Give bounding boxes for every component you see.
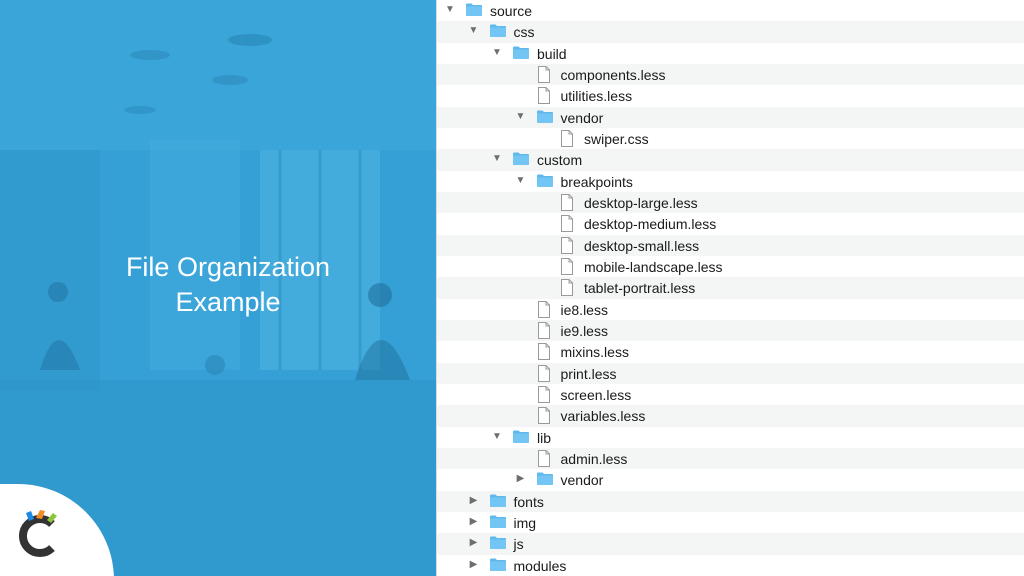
tree-item-label: source: [490, 3, 533, 19]
file-icon: [537, 321, 555, 339]
folder-icon: [512, 429, 530, 445]
tree-item-label: fonts: [513, 493, 544, 510]
file-icon: [560, 215, 578, 233]
disclosure-expanded-icon[interactable]: ▼: [469, 25, 479, 37]
disclosure-collapsed-icon[interactable]: ▶: [469, 559, 479, 571]
tree-file-row[interactable]: desktop-large.less: [437, 191, 1024, 214]
tree-item-label: js: [513, 536, 524, 553]
tree-file-row[interactable]: mixins.less: [437, 341, 1024, 362]
brand-logo: [18, 510, 57, 557]
tree-folder-row[interactable]: ▼ vendor: [437, 106, 1024, 128]
folder-icon: [489, 493, 507, 509]
tree-item-label: vendor: [560, 472, 604, 489]
disclosure-expanded-icon[interactable]: ▼: [492, 431, 502, 443]
folder-icon: [536, 173, 554, 189]
tree-item-label: print.less: [560, 365, 617, 382]
file-icon: [537, 65, 555, 83]
tree-file-row[interactable]: ie8.less: [437, 299, 1024, 320]
tree-item-label: css: [513, 24, 535, 41]
tree-file-row[interactable]: tablet-portrait.less: [437, 277, 1024, 299]
tree-item-label: desktop-medium.less: [584, 216, 717, 233]
file-icon: [560, 236, 578, 254]
folder-icon: [512, 45, 530, 61]
tree-item-label: ie9.less: [560, 322, 608, 339]
tree-item-label: components.less: [560, 66, 666, 83]
tree-file-row[interactable]: screen.less: [437, 384, 1024, 405]
slide-title-line1: File Organization: [125, 252, 331, 282]
folder-icon: [489, 535, 507, 551]
folder-icon: [536, 471, 554, 487]
tree-file-row[interactable]: ie9.less: [437, 319, 1024, 342]
tree-item-label: breakpoints: [560, 173, 633, 190]
tree-item-label: admin.less: [560, 450, 628, 467]
tree-folder-row[interactable]: ▶ img: [437, 512, 1024, 533]
file-icon: [537, 343, 555, 361]
tree-item-label: desktop-small.less: [584, 237, 700, 254]
folder-icon: [465, 2, 483, 18]
tree-item-label: img: [513, 514, 537, 531]
tree-folder-row[interactable]: ▼ lib: [437, 427, 1024, 448]
tree-folder-row[interactable]: ▶ fonts: [437, 490, 1024, 512]
disclosure-expanded-icon[interactable]: ▼: [492, 47, 502, 59]
tree-item-label: desktop-large.less: [584, 194, 698, 211]
tree-item-label: utilities.less: [560, 88, 633, 105]
file-tree: ▼ source ▼ css ▼ build components.less utilitie…: [437, 0, 1024, 576]
tree-folder-row[interactable]: ▼ css: [437, 21, 1024, 43]
tree-item-label: custom: [537, 152, 583, 169]
tree-item-label: ie8.less: [560, 301, 608, 318]
tree-item-label: variables.less: [560, 408, 646, 425]
tree-file-row[interactable]: desktop-small.less: [437, 234, 1024, 256]
folder-icon: [536, 109, 554, 125]
folder-icon: [489, 557, 507, 573]
tree-item-label: tablet-portrait.less: [584, 280, 696, 297]
file-icon: [537, 364, 555, 382]
file-icon: [560, 257, 578, 275]
tree-item-label: lib: [537, 429, 552, 446]
slide-title: File Organization Example: [90, 250, 366, 320]
tree-file-row[interactable]: utilities.less: [437, 85, 1024, 106]
disclosure-collapsed-icon[interactable]: ▶: [469, 516, 479, 528]
disclosure-collapsed-icon[interactable]: ▶: [469, 537, 479, 549]
tree-file-row[interactable]: desktop-medium.less: [437, 213, 1024, 234]
file-icon: [560, 129, 578, 147]
tree-item-label: modules: [513, 557, 567, 574]
file-icon: [537, 385, 555, 403]
tree-folder-row[interactable]: ▼ source: [437, 0, 1024, 21]
file-icon: [560, 279, 578, 297]
tree-item-label: build: [537, 45, 567, 62]
folder-icon: [489, 23, 507, 39]
disclosure-expanded-icon[interactable]: ▼: [516, 175, 526, 187]
disclosure-expanded-icon[interactable]: ▼: [516, 111, 526, 123]
tree-item-label: mobile-landscape.less: [584, 258, 723, 275]
file-icon: [537, 449, 555, 467]
folder-icon: [489, 514, 507, 530]
folder-icon: [512, 151, 530, 167]
tree-item-label: mixins.less: [560, 344, 629, 361]
tree-folder-row[interactable]: ▶ js: [437, 533, 1024, 555]
tree-file-row[interactable]: components.less: [437, 63, 1024, 86]
tree-file-row[interactable]: print.less: [437, 362, 1024, 384]
file-icon: [560, 193, 578, 211]
tree-file-row[interactable]: admin.less: [437, 447, 1024, 470]
disclosure-expanded-icon[interactable]: ▼: [492, 153, 502, 165]
disclosure-expanded-icon[interactable]: ▼: [445, 4, 455, 16]
tree-item-label: vendor: [560, 109, 604, 126]
tree-file-row[interactable]: swiper.css: [437, 128, 1024, 149]
tree-folder-row[interactable]: ▶ vendor: [437, 469, 1024, 490]
tree-item-label: swiper.css: [584, 130, 649, 147]
tree-file-row[interactable]: mobile-landscape.less: [437, 256, 1024, 277]
title-panel: File Organization Example: [0, 0, 436, 576]
slide-title-line2: Example: [175, 287, 281, 317]
disclosure-collapsed-icon[interactable]: ▶: [469, 495, 479, 507]
file-icon: [537, 407, 555, 425]
tree-item-label: screen.less: [560, 386, 632, 403]
tree-folder-row[interactable]: ▼ custom: [437, 149, 1024, 171]
file-icon: [537, 87, 555, 105]
tree-folder-row[interactable]: ▼ breakpoints: [437, 171, 1024, 192]
disclosure-collapsed-icon[interactable]: ▶: [516, 473, 526, 485]
tree-folder-row[interactable]: ▶ modules: [437, 555, 1024, 576]
tree-folder-row[interactable]: ▼ build: [437, 43, 1024, 64]
file-icon: [537, 300, 555, 318]
tree-file-row[interactable]: variables.less: [437, 405, 1024, 427]
